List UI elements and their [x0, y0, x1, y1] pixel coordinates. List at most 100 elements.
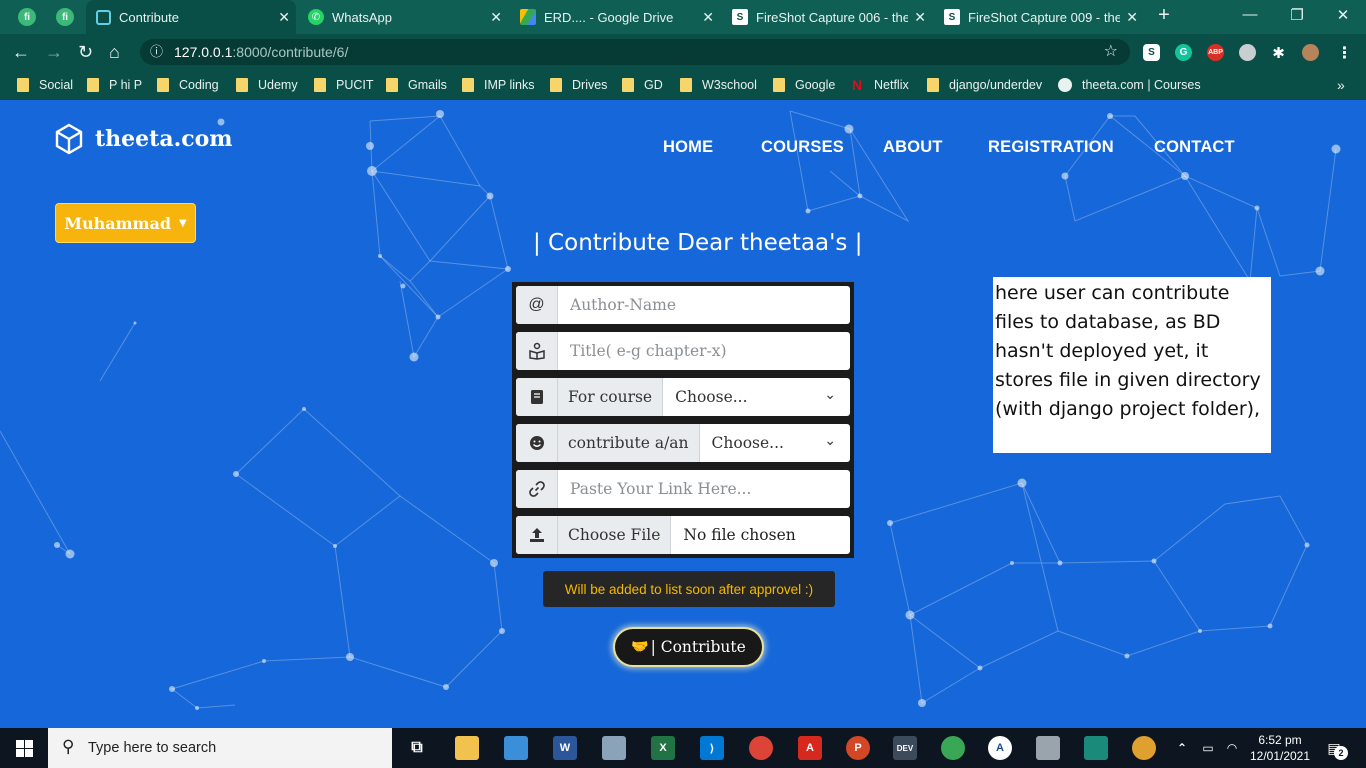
- title-input[interactable]: Title( e-g chapter-x): [558, 332, 850, 370]
- word-icon[interactable]: W: [553, 736, 577, 760]
- folder-icon: [773, 78, 785, 92]
- bookmark-theeta-courses[interactable]: theeta.com | Courses: [1058, 76, 1201, 94]
- restore-button[interactable]: ❐: [1287, 6, 1307, 24]
- menu-icon[interactable]: ⋮: [1336, 44, 1353, 62]
- new-tab-button[interactable]: +: [1154, 4, 1174, 27]
- bookmark-label: Netflix: [874, 78, 909, 92]
- bookmark-star-icon[interactable]: ☆: [1104, 39, 1118, 65]
- bookmark-social[interactable]: Social: [17, 76, 73, 94]
- bookmark-netflix[interactable]: N Netflix: [852, 76, 909, 94]
- pycharm-icon[interactable]: [1084, 736, 1108, 760]
- nav-registration[interactable]: REGISTRATION: [988, 138, 1114, 157]
- avatar[interactable]: [1302, 44, 1319, 61]
- bookmark-pucit[interactable]: PUCIT: [314, 76, 374, 94]
- tab-contribute[interactable]: Contribute ✕: [86, 0, 296, 34]
- window-close-button[interactable]: ✕: [1333, 6, 1353, 24]
- chrome-icon[interactable]: [749, 736, 773, 760]
- close-icon[interactable]: ✕: [490, 9, 502, 26]
- user-menu-label: Muhammad: [64, 213, 172, 233]
- bookmark-django-underdev[interactable]: django/underdev: [927, 76, 1042, 94]
- url-host: 127.0.0.1: [174, 44, 233, 60]
- start-button[interactable]: [0, 728, 48, 768]
- extension-icon[interactable]: [1239, 44, 1256, 61]
- type-label: contribute a/an: [558, 424, 700, 462]
- minimize-button[interactable]: —: [1240, 6, 1260, 23]
- globe-icon[interactable]: [941, 736, 965, 760]
- bookmark-imp-links[interactable]: IMP links: [462, 76, 534, 94]
- forward-arrow-icon[interactable]: →: [45, 42, 63, 62]
- choose-file-button[interactable]: Choose File: [558, 516, 672, 554]
- tab-whatsapp[interactable]: ✆ WhatsApp ✕: [298, 0, 508, 34]
- app-icon[interactable]: A: [988, 736, 1012, 760]
- nav-courses[interactable]: COURSES: [761, 138, 844, 157]
- close-icon[interactable]: ✕: [914, 9, 926, 26]
- link-input[interactable]: Paste Your Link Here...: [558, 470, 850, 508]
- powerpoint-icon[interactable]: P: [846, 736, 870, 760]
- netflix-icon: N: [852, 77, 863, 93]
- acrobat-icon[interactable]: A: [798, 736, 822, 760]
- excel-icon[interactable]: X: [651, 736, 675, 760]
- tab-fireshot-006[interactable]: S FireShot Capture 006 - thee ✕: [722, 0, 932, 34]
- fireshot-extension-icon[interactable]: S: [1143, 44, 1160, 61]
- tab-label: FireShot Capture 006 - thee: [756, 9, 908, 25]
- home-icon[interactable]: ⌂: [109, 42, 120, 62]
- tab-fireshot-009[interactable]: S FireShot Capture 009 - thee ✕: [934, 0, 1144, 34]
- pinned-tab-icon[interactable]: fi: [18, 8, 36, 26]
- puzzle-icon[interactable]: ✱: [1270, 44, 1287, 62]
- battery-icon[interactable]: ▭: [1196, 736, 1220, 760]
- bookmark-phip[interactable]: P hi P: [87, 76, 142, 94]
- windows-taskbar: ⚲ Type here to search ⧉ W X ⟩ A P DEV A …: [0, 728, 1366, 768]
- search-icon: ⚲: [62, 737, 75, 756]
- dev-icon[interactable]: DEV: [893, 736, 917, 760]
- folder-icon: [386, 78, 398, 92]
- bookmark-coding[interactable]: Coding: [157, 76, 219, 94]
- pinned-tab-icon[interactable]: fi: [56, 8, 74, 26]
- notification-badge: 2: [1334, 746, 1348, 760]
- database-icon[interactable]: [1036, 736, 1060, 760]
- bookmark-udemy[interactable]: Udemy: [236, 76, 298, 94]
- close-icon[interactable]: ✕: [702, 9, 714, 26]
- page-content: theeta.com HOME COURSES ABOUT REGISTRATI…: [0, 101, 1366, 728]
- nav-contact[interactable]: CONTACT: [1154, 138, 1235, 157]
- bookmark-drives[interactable]: Drives: [550, 76, 607, 94]
- bookmark-gd[interactable]: GD: [622, 76, 663, 94]
- bookmark-gmails[interactable]: Gmails: [386, 76, 447, 94]
- tab-google-drive[interactable]: ERD.... - Google Drive ✕: [510, 0, 720, 34]
- control-panel-icon[interactable]: [504, 736, 528, 760]
- computer-icon[interactable]: [602, 736, 626, 760]
- wifi-icon[interactable]: ◠: [1220, 736, 1244, 760]
- close-icon[interactable]: ✕: [278, 9, 290, 26]
- course-select[interactable]: Choose... ⌄: [663, 378, 850, 416]
- paint-icon[interactable]: [1132, 736, 1156, 760]
- reload-icon[interactable]: ↻: [78, 42, 93, 62]
- task-view-icon[interactable]: ⧉: [405, 736, 429, 760]
- back-arrow-icon[interactable]: ←: [12, 42, 30, 62]
- info-icon[interactable]: ⓘ: [150, 39, 163, 65]
- contribute-button[interactable]: 🤝 | Contribute: [613, 627, 764, 667]
- nav-home[interactable]: HOME: [663, 138, 713, 157]
- bookmark-label: P hi P: [109, 78, 143, 92]
- file-input-group: Choose File No file chosen: [516, 516, 850, 554]
- more-bookmarks-icon[interactable]: »: [1337, 76, 1345, 94]
- vscode-icon[interactable]: ⟩: [700, 736, 724, 760]
- book-reader-icon: [516, 332, 558, 370]
- url-input[interactable]: ⓘ 127.0.0.1:8000/contribute/6/ ☆: [140, 39, 1130, 65]
- nav-about[interactable]: ABOUT: [883, 138, 943, 157]
- site-logo[interactable]: theeta.com: [55, 123, 233, 155]
- user-menu-button[interactable]: Muhammad ▼: [55, 203, 196, 243]
- chevron-up-icon[interactable]: ⌃: [1170, 736, 1194, 760]
- clock[interactable]: 6:52 pm 12/01/2021: [1245, 732, 1315, 764]
- taskbar-search-input[interactable]: ⚲ Type here to search: [48, 728, 392, 768]
- annotation-note: here user can contribute files to databa…: [993, 277, 1271, 453]
- author-name-input[interactable]: Author-Name: [558, 286, 850, 324]
- type-select[interactable]: Choose... ⌄: [700, 424, 850, 462]
- course-select-group: For course Choose... ⌄: [516, 378, 850, 416]
- grammarly-icon[interactable]: G: [1175, 44, 1192, 61]
- file-explorer-icon[interactable]: [455, 736, 479, 760]
- bookmark-google[interactable]: Google: [773, 76, 835, 94]
- close-icon[interactable]: ✕: [1126, 9, 1138, 26]
- chevron-down-icon: ⌄: [824, 433, 836, 449]
- adblock-icon[interactable]: ABP: [1207, 44, 1224, 61]
- caret-down-icon: ▼: [179, 217, 187, 229]
- bookmark-w3school[interactable]: W3school: [680, 76, 757, 94]
